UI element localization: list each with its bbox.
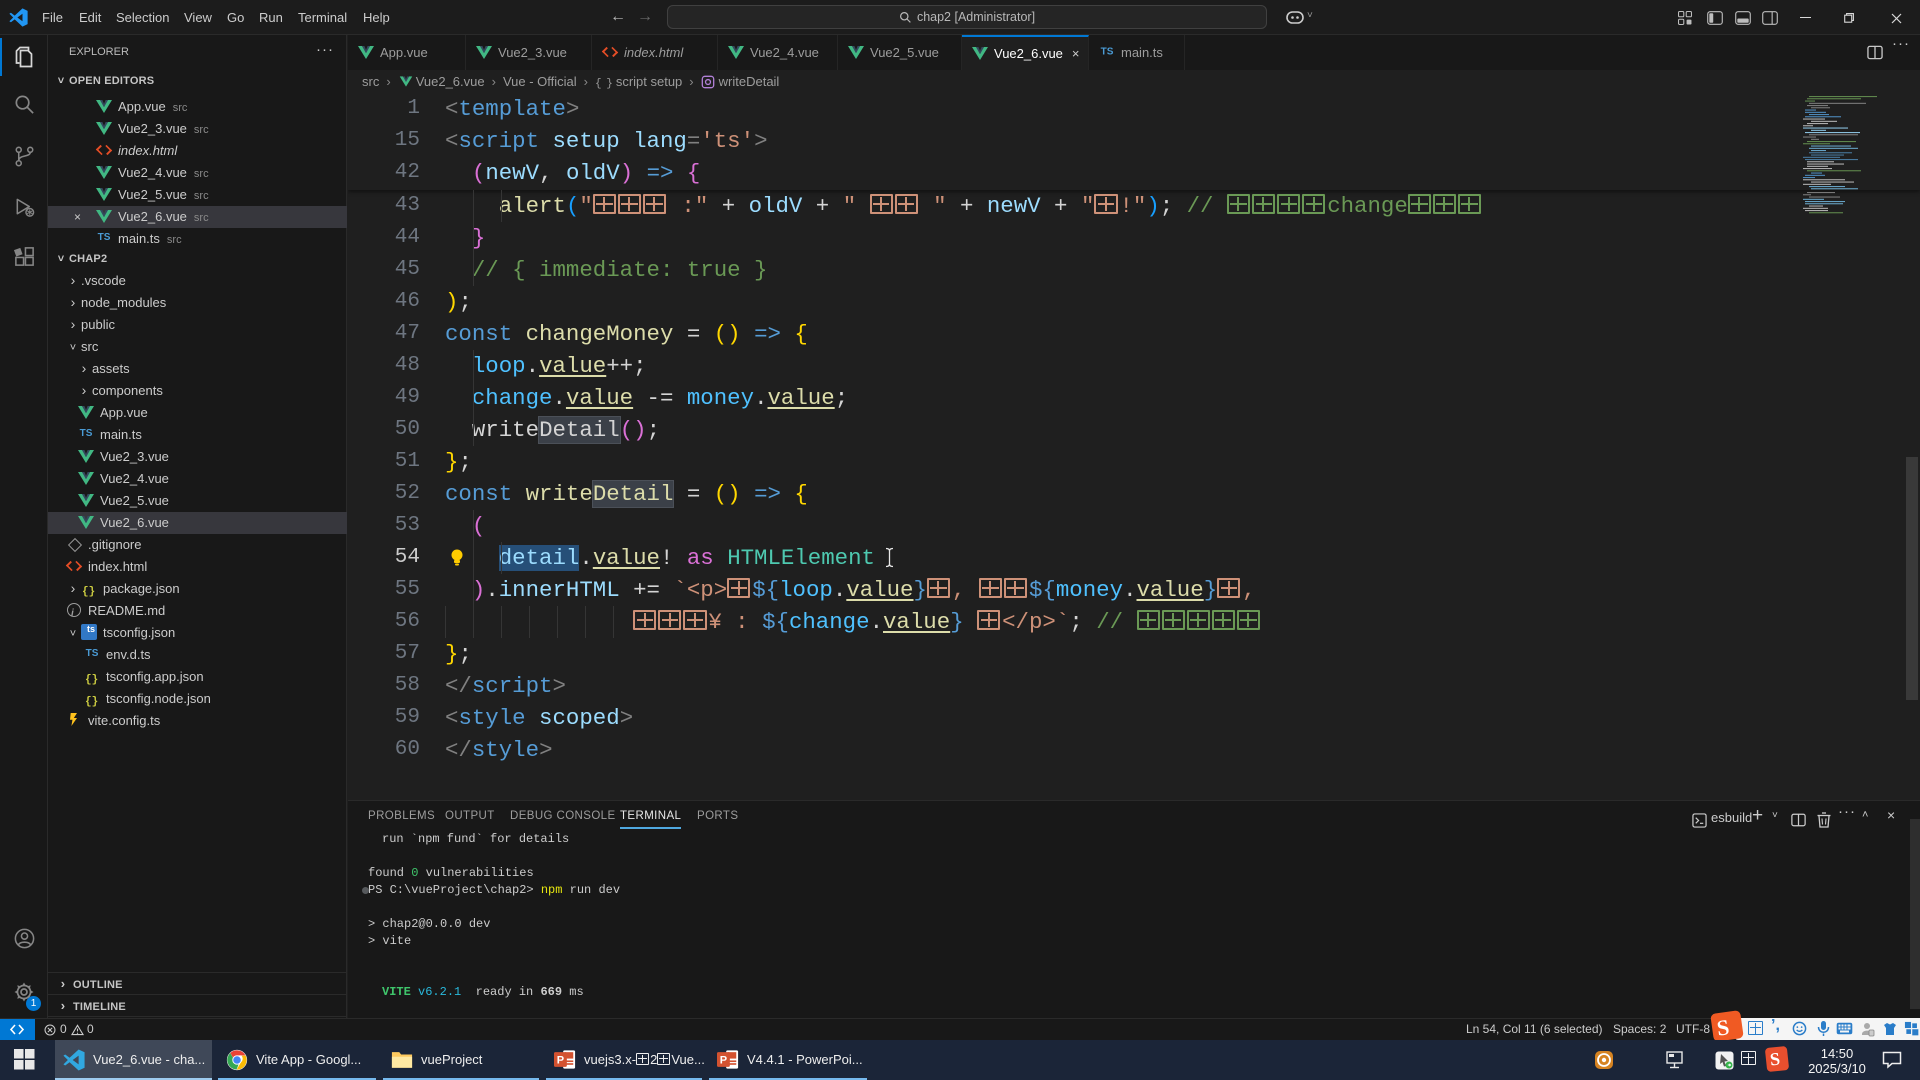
svg-text:P: P (557, 1055, 564, 1067)
svg-text:P: P (720, 1055, 727, 1067)
